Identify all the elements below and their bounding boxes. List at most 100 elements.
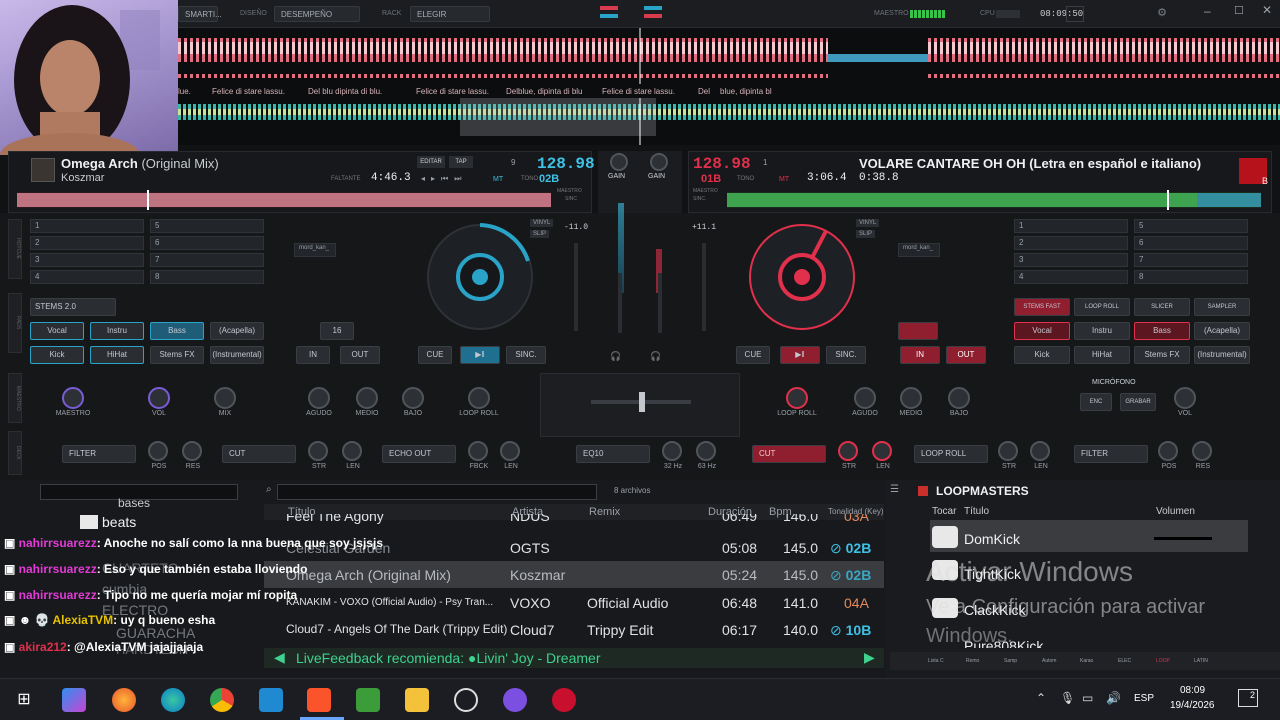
deck-a-stem-instrumental[interactable]: (Instrumental) <box>210 346 264 364</box>
deck-b-stem-instrumental[interactable]: (Instrumental) <box>1194 346 1250 364</box>
deck-a-pitch-slider[interactable] <box>574 243 578 331</box>
deck-a-loop-out[interactable]: OUT <box>340 346 380 364</box>
deck-a-treble-knob[interactable] <box>308 387 330 409</box>
pads-side-tab[interactable]: PADS <box>8 293 22 353</box>
track-search-input[interactable] <box>277 484 597 500</box>
deck-b-stem-fx[interactable]: Stems FX <box>1134 346 1190 364</box>
deck-a-stems-selector[interactable]: STEMS 2.0 <box>30 298 116 316</box>
deck-a-mid-knob[interactable] <box>356 387 378 409</box>
eq-63hz-knob[interactable] <box>696 441 716 461</box>
volume-icon[interactable]: 🔊 <box>1106 691 1121 705</box>
deck-a-hotcue[interactable]: 1 <box>30 219 144 233</box>
arrow-right-icon[interactable]: ▶ <box>864 649 875 666</box>
deck-b-stems-fast-tab[interactable]: STEMS FAST <box>1014 298 1070 316</box>
headphone-a-icon[interactable]: 🎧 <box>610 351 621 362</box>
deck-side-tab[interactable]: DECK <box>8 431 22 475</box>
tab-elec[interactable]: ELEC <box>1118 658 1131 664</box>
deck-b-hotcue[interactable]: 5 <box>1134 219 1248 233</box>
deck-a-hotcue[interactable]: 2 <box>30 236 144 250</box>
table-row-selected[interactable]: Omega Arch (Original Mix) Koszmar 05:24 … <box>264 561 884 588</box>
vscode-icon[interactable] <box>259 688 283 712</box>
deck-b-slip[interactable]: SLIP <box>856 230 876 238</box>
deck-a-stem-kick[interactable]: Kick <box>30 346 84 364</box>
deck-b-stem-kick[interactable]: Kick <box>1014 346 1070 364</box>
deck-a-stem-instru[interactable]: Instru <box>90 322 144 340</box>
deck-b-loop-in[interactable]: IN <box>900 346 940 364</box>
deck-b-stem-hihat[interactable]: HiHat <box>1074 346 1130 364</box>
obs-icon[interactable] <box>454 688 478 712</box>
gain-a-knob[interactable] <box>610 153 628 171</box>
master-volume-knob[interactable] <box>62 387 84 409</box>
deck-a-loop-size[interactable]: 16 <box>320 322 354 340</box>
deck-b-overview-waveform[interactable] <box>727 190 1261 210</box>
deck-b-cue-button[interactable]: CUE <box>736 346 770 364</box>
folder-item[interactable]: bases <box>118 496 150 510</box>
channel-b-fader[interactable] <box>658 273 662 333</box>
deck-b-fx2-select[interactable]: LOOP ROLL <box>914 445 988 463</box>
arrow-left-icon[interactable]: ◀ <box>274 649 285 666</box>
deck-b-loop-roll-knob[interactable] <box>786 387 808 409</box>
deck-a-vinyl[interactable]: VINYL <box>530 219 554 227</box>
copilot-icon[interactable] <box>62 688 86 712</box>
deck-a-loop-in[interactable]: IN <box>296 346 330 364</box>
master-side-tab[interactable]: MAESTRO <box>8 373 22 423</box>
deck-b-loop-size[interactable] <box>898 322 938 340</box>
deck-b-fx3-select[interactable]: FILTER <box>1074 445 1148 463</box>
design-dropdown[interactable]: DESEMPEÑO <box>274 6 360 22</box>
deck-a-hotcue[interactable]: 8 <box>150 270 264 284</box>
minimize-icon[interactable]: – <box>1204 4 1211 18</box>
smart-tab[interactable]: SMARTI... <box>178 6 222 22</box>
col-play[interactable]: Tocar <box>932 506 956 517</box>
tab-remote[interactable]: Remo <box>966 658 979 664</box>
microphone-icon[interactable]: 🎙 <box>1060 691 1075 705</box>
deck-b-fx3-pos-knob[interactable] <box>1158 441 1178 461</box>
tab-karaoke[interactable]: Karao <box>1080 658 1093 664</box>
firefox-icon[interactable] <box>112 688 136 712</box>
deck-b-hotcue[interactable]: 8 <box>1134 270 1248 284</box>
network-icon[interactable]: ▭ <box>1082 691 1093 705</box>
deck-b-fx2-len-knob[interactable] <box>1030 441 1050 461</box>
deck-a-hotcue[interactable]: 4 <box>30 270 144 284</box>
table-row[interactable]: Feel The Agony NDUS 06:49 146.0 03A <box>264 514 884 528</box>
deck-b-fx1-len-knob[interactable] <box>872 441 892 461</box>
deck-a-bass-knob[interactable] <box>402 387 424 409</box>
deck-b-hotcue[interactable]: 7 <box>1134 253 1248 267</box>
eq-32hz-knob[interactable] <box>662 441 682 461</box>
tab-list[interactable]: Lista C <box>928 658 944 664</box>
deck-b-loop-out[interactable]: OUT <box>946 346 986 364</box>
deck-b-stem-vocal[interactable]: Vocal <box>1014 322 1070 340</box>
deck-a-loop-roll-knob[interactable] <box>468 387 490 409</box>
deck-a-slip[interactable]: SLIP <box>530 230 550 238</box>
deck-a-fx1-pos-knob[interactable] <box>148 441 168 461</box>
deck-a-fx3-fbck-knob[interactable] <box>468 441 488 461</box>
deck-a-hotcue[interactable]: 6 <box>150 236 264 250</box>
mic-record-button[interactable]: GRABAR <box>1120 393 1156 411</box>
table-row[interactable]: Cloud7 - Angels Of The Dark (Trippy Edit… <box>264 616 884 643</box>
deck-a-jog-wheel[interactable] <box>424 221 536 333</box>
maximize-icon[interactable]: ☐ <box>1234 4 1244 17</box>
rack-dropdown[interactable]: ELEGIR <box>410 6 490 22</box>
taskbar-time[interactable]: 08:09 <box>1180 685 1205 696</box>
deck-a-overview-waveform[interactable] <box>17 190 551 210</box>
deck-a-hotcue[interactable]: 7 <box>150 253 264 267</box>
deck-b-bass-knob[interactable] <box>948 387 970 409</box>
mic-enc-button[interactable]: ENC <box>1080 393 1112 411</box>
deck-b-pitch-slider[interactable] <box>702 243 706 331</box>
deck-a-fx2-select[interactable]: CUT <box>222 445 296 463</box>
tray-chevron-icon[interactable]: ⌃ <box>1036 691 1046 705</box>
table-row[interactable]: KANAKIM - VOXO (Official Audio) - Psy Tr… <box>264 589 884 616</box>
deck-a-fx2-str-knob[interactable] <box>308 441 328 461</box>
deck-b-hotcue[interactable]: 2 <box>1014 236 1128 250</box>
chrome-icon[interactable] <box>210 688 234 712</box>
crossfader-handle[interactable] <box>639 392 645 412</box>
col-sample-title[interactable]: Título <box>964 506 989 517</box>
deck-a-edit-button[interactable]: EDITAR <box>417 156 445 168</box>
tab-sampler[interactable]: Samp <box>1004 658 1017 664</box>
minecraft-icon[interactable] <box>356 688 380 712</box>
headphone-b-icon[interactable]: 🎧 <box>650 351 661 362</box>
deck-b-play-button[interactable]: ▶‖ <box>780 346 820 364</box>
deck-a-fx1-res-knob[interactable] <box>182 441 202 461</box>
drum-icon[interactable] <box>932 526 958 548</box>
deck-a-sampler-slot[interactable]: mord_kan_ <box>294 243 336 257</box>
livefeedback-bar[interactable]: ◀ LiveFeedback recomienda: ●Livin' Joy -… <box>264 648 884 668</box>
